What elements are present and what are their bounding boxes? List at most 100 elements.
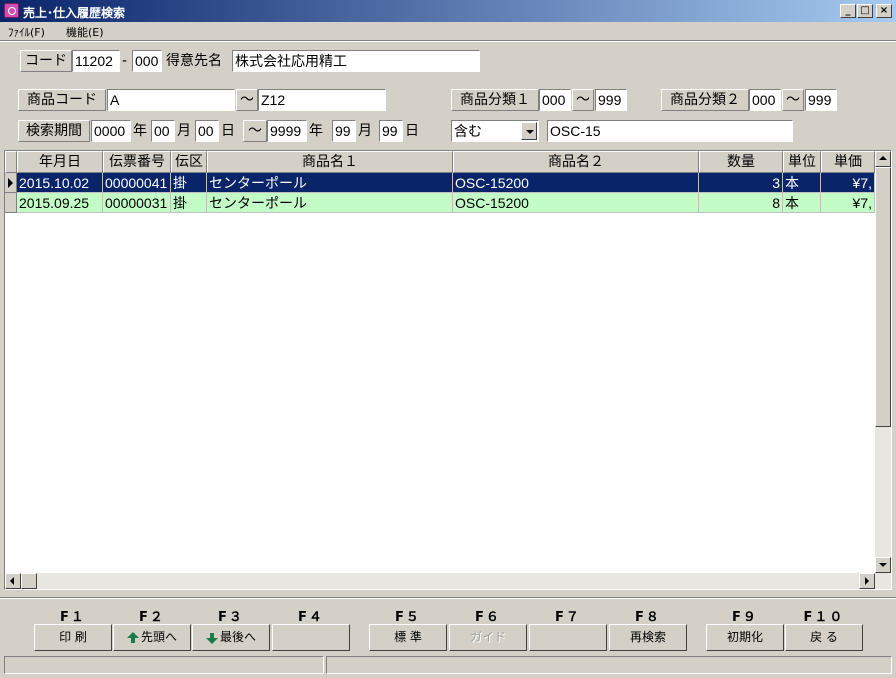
- from-month-unit: 月: [177, 123, 191, 139]
- history-grid[interactable]: 年月日 伝票番号 伝区 商品名１ 商品名２ 数量 単位 単価 2015.10.0…: [4, 150, 892, 590]
- initialize-button[interactable]: 初期化: [706, 624, 784, 651]
- cell-unit: 本: [783, 193, 821, 213]
- back-button[interactable]: 戻 る: [785, 624, 863, 651]
- cell-quantity: 8: [699, 193, 783, 213]
- cell-slip-type: 掛: [171, 173, 207, 193]
- fkey-label-f9: F９: [732, 610, 758, 625]
- cell-unit: 本: [783, 173, 821, 193]
- scroll-right-icon[interactable]: [859, 573, 875, 589]
- close-icon[interactable]: ×: [876, 4, 892, 18]
- cell-slip-no: 00000031: [103, 193, 171, 213]
- period-from-year-input[interactable]: 0000: [91, 120, 131, 142]
- product-class2-from-input[interactable]: 000: [749, 89, 781, 111]
- fkey-label-f4: F４: [298, 610, 324, 625]
- f4-button[interactable]: [272, 624, 350, 651]
- fkey-label-f2: F２: [139, 610, 165, 625]
- product-class2-label: 商品分類２: [661, 89, 749, 111]
- arrow-up-icon: [126, 632, 139, 643]
- menu-function[interactable]: 機能(E): [66, 24, 104, 40]
- cell-date: 2015.09.25: [17, 193, 103, 213]
- cell-product-name2: OSC-15200: [453, 173, 699, 193]
- go-last-label: 最後へ: [219, 630, 256, 644]
- to-year-unit: 年: [309, 123, 323, 139]
- go-last-button[interactable]: 最後へ: [192, 624, 270, 651]
- from-year-unit: 年: [133, 123, 147, 139]
- col-unit[interactable]: 単位: [783, 151, 821, 173]
- window-title: 売上･仕入履歴検索: [23, 6, 126, 20]
- menu-separator: [0, 40, 896, 42]
- period-range-tilde: ～: [243, 120, 267, 142]
- product-code-label: 商品コード: [18, 89, 106, 111]
- product-class2-to-input[interactable]: 999: [805, 89, 837, 111]
- match-mode-select[interactable]: 含む: [451, 120, 539, 142]
- cell-unit-price: ¥7,: [821, 193, 875, 213]
- fkey-label-f6: F６: [475, 610, 501, 625]
- col-unit-price[interactable]: 単価: [821, 151, 875, 173]
- customer-code-input[interactable]: 11202: [72, 50, 120, 72]
- print-button[interactable]: 印 刷: [34, 624, 112, 651]
- research-button[interactable]: 再検索: [609, 624, 687, 651]
- product-class1-from-input[interactable]: 000: [539, 89, 571, 111]
- go-first-label: 先頭へ: [140, 630, 177, 644]
- arrow-down-icon: [205, 633, 218, 644]
- col-slip-no[interactable]: 伝票番号: [103, 151, 171, 173]
- product-code-to-input[interactable]: Z12: [258, 89, 386, 111]
- customer-name-label: 得意先名: [166, 53, 222, 69]
- customer-code-label: コード: [20, 50, 72, 72]
- cell-unit-price: ¥7,: [821, 173, 875, 193]
- minimize-icon[interactable]: _: [840, 4, 856, 18]
- cell-quantity: 3: [699, 173, 783, 193]
- fkey-label-f7: F７: [555, 610, 581, 625]
- product-code-from-input[interactable]: A: [107, 89, 235, 111]
- status-panel-left: [4, 656, 324, 674]
- standard-button[interactable]: 標 準: [369, 624, 447, 651]
- maximize-icon[interactable]: □: [857, 4, 873, 18]
- go-first-button[interactable]: 先頭へ: [113, 624, 191, 651]
- footer-separator: [0, 597, 896, 599]
- fkey-label-f3: F３: [218, 610, 244, 625]
- col-slip-type[interactable]: 伝区: [171, 151, 207, 173]
- col-quantity[interactable]: 数量: [699, 151, 783, 173]
- menu-file[interactable]: ﾌｧｲﾙ(F): [8, 24, 45, 40]
- scroll-down-icon[interactable]: [875, 557, 891, 573]
- fkey-label-f8: F８: [635, 610, 661, 625]
- customer-name-input[interactable]: 株式会社応用精工: [232, 50, 480, 72]
- to-month-unit: 月: [358, 123, 372, 139]
- customer-branch-input[interactable]: 000: [132, 50, 162, 72]
- period-to-day-input[interactable]: 99: [379, 120, 403, 142]
- period-from-day-input[interactable]: 00: [195, 120, 219, 142]
- cell-slip-type: 掛: [171, 193, 207, 213]
- class2-range-tilde: ～: [782, 89, 804, 111]
- scroll-left-icon[interactable]: [5, 573, 21, 589]
- app-icon[interactable]: [4, 3, 19, 18]
- fkey-label-f1: F１: [60, 610, 86, 625]
- menu-bar: ﾌｧｲﾙ(F) 機能(E): [0, 22, 896, 40]
- vertical-scroll-thumb[interactable]: [875, 167, 891, 427]
- period-to-month-input[interactable]: 99: [332, 120, 356, 142]
- product-range-tilde: ～: [236, 89, 258, 111]
- period-from-month-input[interactable]: 00: [151, 120, 175, 142]
- guide-button: ガイド: [449, 624, 527, 651]
- row-selector[interactable]: [5, 193, 17, 213]
- chevron-down-icon[interactable]: [521, 122, 537, 140]
- from-day-unit: 日: [221, 123, 235, 139]
- f7-button[interactable]: [529, 624, 607, 651]
- cell-date: 2015.10.02: [17, 173, 103, 193]
- row-pointer-icon: [5, 173, 17, 193]
- product-class1-to-input[interactable]: 999: [595, 89, 627, 111]
- cell-product-name1: センターポール: [207, 173, 453, 193]
- code-dash: -: [122, 53, 128, 69]
- fkey-label-f10: F１０: [803, 610, 845, 625]
- scroll-up-icon[interactable]: [875, 151, 891, 167]
- title-bar: 売上･仕入履歴検索 _ □ ×: [0, 0, 896, 22]
- horizontal-scroll-thumb[interactable]: [21, 573, 37, 589]
- status-panel-right: [326, 656, 892, 674]
- to-day-unit: 日: [405, 123, 419, 139]
- vertical-scrollbar[interactable]: [875, 151, 891, 573]
- col-product-name1[interactable]: 商品名１: [207, 151, 453, 173]
- keyword-input[interactable]: OSC-15: [547, 120, 793, 142]
- horizontal-scrollbar[interactable]: [5, 573, 891, 589]
- col-product-name2[interactable]: 商品名２: [453, 151, 699, 173]
- col-date[interactable]: 年月日: [17, 151, 103, 173]
- period-to-year-input[interactable]: 9999: [267, 120, 307, 142]
